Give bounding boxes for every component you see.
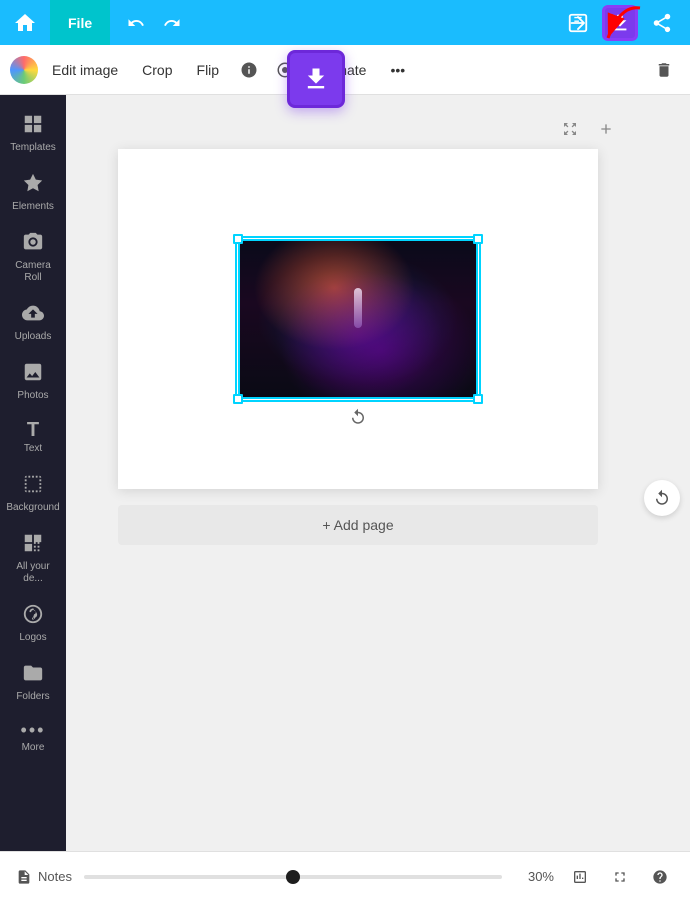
expand-page-icon[interactable] [556,115,584,143]
timeline-thumb[interactable] [286,870,300,884]
share-button[interactable] [644,5,680,41]
logos-icon [22,603,44,629]
background-label: Background [6,502,59,514]
more-button[interactable]: ••• [380,56,415,84]
more-icon: ••• [21,721,46,739]
right-tools [644,480,680,516]
sidebar-item-more[interactable]: ••• More [3,713,63,762]
sidebar-item-uploads[interactable]: Uploads [3,294,63,351]
text-icon: T [27,420,39,440]
canvas-image [238,239,478,399]
info-icon[interactable] [233,54,265,86]
header-right [560,5,690,41]
toolbar: Edit image Crop Flip Animate ••• [0,45,690,95]
sidebar-item-all-yours[interactable]: All your de... [3,524,63,593]
sidebar-item-background[interactable]: Background [3,465,63,522]
selected-image-container[interactable] [238,239,478,399]
sidebar-item-elements[interactable]: Elements [3,164,63,221]
home-button[interactable] [0,0,50,45]
sidebar-item-folders[interactable]: Folders [3,654,63,711]
save-to-folder-button[interactable] [560,5,596,41]
notes-label: Notes [38,869,72,884]
handle-bottom-left[interactable] [233,394,243,404]
canvas-area: + Add page [66,95,690,901]
zoom-level: 30% [514,869,554,884]
all-yours-label: All your de... [7,561,59,585]
sidebar: Templates Elements Camera Roll [0,95,66,901]
folders-label: Folders [16,691,49,703]
notes-button[interactable]: Notes [16,869,72,885]
redo-button[interactable] [156,7,188,39]
toolbar-right [648,54,680,86]
camera-roll-label: Camera Roll [7,260,59,284]
sidebar-item-templates[interactable]: Templates [3,105,63,162]
add-to-page-icon[interactable] [592,115,620,143]
logos-label: Logos [19,632,46,644]
download-popup [287,50,345,108]
elements-icon [22,172,44,198]
background-icon [22,473,44,499]
main-layout: Templates Elements Camera Roll [0,95,690,901]
undo-redo-group [110,7,198,39]
uploads-label: Uploads [15,331,52,343]
header: File [0,0,690,45]
more-label: More [22,742,45,754]
page-number-button[interactable] [566,863,594,891]
sidebar-item-logos[interactable]: Logos [3,595,63,652]
sidebar-item-photos[interactable]: Photos [3,353,63,410]
folders-icon [22,662,44,688]
handle-top-left[interactable] [233,234,243,244]
timeline-container [84,875,502,879]
file-menu[interactable]: File [50,0,110,45]
add-page-button[interactable]: + Add page [118,505,598,545]
text-label: Text [24,443,42,455]
crop-button[interactable]: Crop [132,56,182,84]
uploads-icon [22,302,44,328]
edit-image-button[interactable]: Edit image [42,56,128,84]
all-yours-icon [22,532,44,558]
handle-top-right[interactable] [473,234,483,244]
bottom-bar: Notes 30% [0,851,690,901]
templates-label: Templates [10,142,56,154]
handle-bottom-right[interactable] [473,394,483,404]
photos-icon [22,361,44,387]
page-scroll-area: + Add page [66,95,690,901]
undo-button[interactable] [120,7,152,39]
header-left: File [0,0,198,45]
help-button[interactable] [646,863,674,891]
flip-button[interactable]: Flip [187,56,230,84]
sidebar-item-text[interactable]: T Text [3,412,63,463]
templates-icon [22,113,44,139]
fullscreen-button[interactable] [606,863,634,891]
timeline-track[interactable] [84,875,502,879]
download-popup-button[interactable] [287,50,345,108]
photos-label: Photos [17,390,48,402]
elements-label: Elements [12,201,54,213]
sidebar-item-camera-roll[interactable]: Camera Roll [3,223,63,292]
page-tools-top [86,115,630,143]
download-button[interactable] [602,5,638,41]
page-canvas [118,149,598,489]
rotate-tool-button[interactable] [644,480,680,516]
camera-roll-icon [22,231,44,257]
delete-icon[interactable] [648,54,680,86]
color-picker-icon[interactable] [10,56,38,84]
rotate-handle[interactable] [348,407,368,427]
